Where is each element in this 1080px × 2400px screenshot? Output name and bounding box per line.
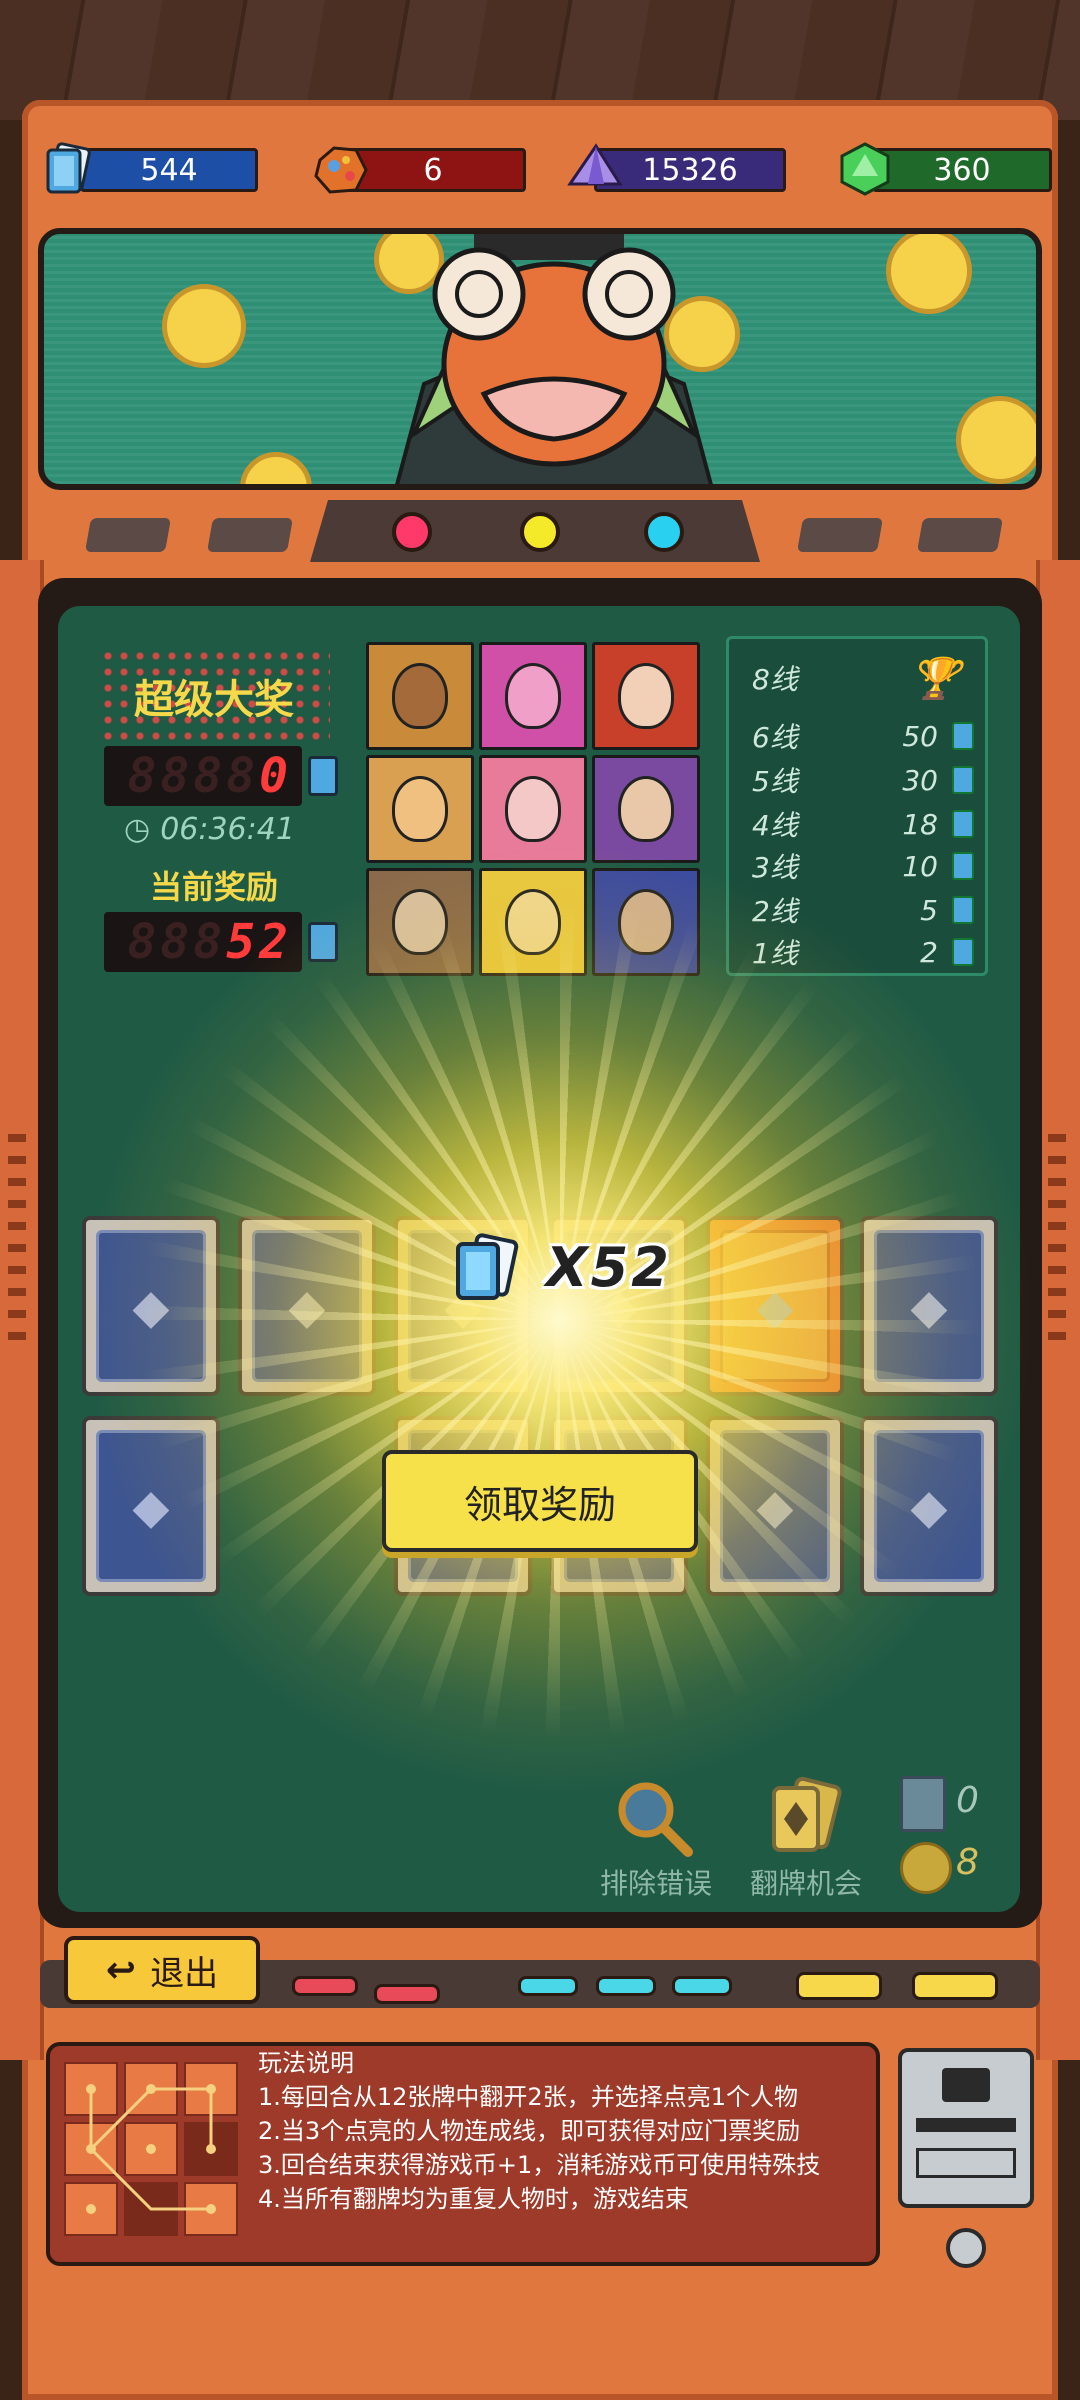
card-counter-icon (900, 1776, 946, 1832)
ticket-icon (308, 756, 338, 796)
timer: ◷ 06:36:41 (124, 812, 295, 847)
card-counter-value: 0 (956, 1780, 979, 1821)
coin-counter-value: 8 (956, 1842, 979, 1883)
gem-value: 360 (933, 152, 991, 188)
ticket-icon (46, 142, 91, 194)
rule-line: 1.每回合从12张牌中翻开2张，并选择点亮1个人物 (258, 2083, 798, 2111)
trophy-icon: 🏆 (910, 655, 960, 702)
timer-value: 06:36:41 (160, 812, 295, 847)
character-portrait[interactable] (592, 642, 700, 750)
reward-rays (80, 840, 1040, 1800)
rules-title: 玩法说明 (258, 2049, 354, 2077)
character-portrait[interactable] (366, 755, 474, 863)
cabinet-side-right (1036, 560, 1080, 2060)
cyan-lamp (644, 512, 684, 552)
exit-button[interactable]: ↩ 退出 (64, 1936, 260, 2004)
line-row: 4线 18 (752, 804, 974, 844)
magnifier-icon[interactable] (612, 1776, 696, 1860)
cyan-pill-button[interactable] (518, 1976, 578, 1996)
red-pill-button[interactable] (374, 1984, 440, 2004)
ore-icon (314, 146, 368, 194)
ticket-icon (456, 1233, 519, 1300)
rule-line: 2.当3个点亮的人物连成线，即可获得对应门票奖励 (258, 2117, 801, 2145)
ticket-icon (952, 722, 974, 750)
flip-cards-icon[interactable] (760, 1776, 848, 1860)
purple-crystal-icon (567, 143, 623, 186)
ticket-icon (952, 896, 974, 924)
clock-icon: ◷ (124, 812, 151, 847)
exit-label: 退出 (150, 1953, 219, 1994)
slot-tab (207, 518, 293, 552)
coin-icon (956, 396, 1036, 484)
flip-chance-label[interactable]: 翻牌机会 (744, 1862, 868, 1902)
tickets-bar[interactable]: 544 (80, 148, 258, 192)
ticket-icon (952, 852, 974, 880)
slot-tab (85, 518, 171, 552)
ticket-icon (952, 938, 974, 966)
red-lamp (392, 512, 432, 552)
character-portrait[interactable] (366, 642, 474, 750)
reward-amount: X52 (546, 1236, 672, 1299)
coin-icon (886, 234, 972, 314)
jackpot-title: 超级大奖 (134, 677, 294, 723)
ticket-dispenser (898, 2048, 1034, 2208)
tickets-value: 544 (140, 152, 198, 188)
rules-line-diagram (86, 2084, 216, 2214)
yellow-lamp (520, 512, 560, 552)
slot-tab (797, 518, 883, 552)
line-row: 5线 30 (752, 760, 974, 800)
ticket-icon (952, 766, 974, 794)
ticket-icon (952, 810, 974, 838)
jackpot-counter: 8888 0 (104, 746, 302, 806)
return-arrow-icon: ↩ (105, 1949, 137, 1991)
yellow-pill-button[interactable] (796, 1972, 882, 2000)
remove-error-label[interactable]: 排除错误 (594, 1862, 718, 1902)
line-row: 8线 🏆 (752, 655, 960, 702)
line-row: 6线 50 (752, 716, 974, 756)
frog-character (395, 234, 713, 484)
slot-tab (917, 518, 1003, 552)
ore-value: 6 (423, 152, 443, 188)
current-reward-label: 当前奖励 (149, 868, 278, 906)
rule-line: 4.当所有翻牌均为重复人物时，游戏结束 (258, 2185, 689, 2213)
jackpot-value: 0 (259, 748, 292, 804)
coin-icon (240, 452, 312, 484)
green-gem-icon (840, 142, 890, 196)
keyhole-icon (946, 2228, 986, 2268)
claim-reward-button[interactable]: 领取奖励 (382, 1450, 698, 1552)
cyan-pill-button[interactable] (596, 1976, 656, 1996)
character-banner (38, 228, 1042, 490)
red-pill-button[interactable] (292, 1976, 358, 1996)
crystal-value: 15326 (642, 152, 738, 188)
coin-counter-icon (900, 1842, 952, 1894)
yellow-pill-button[interactable] (912, 1972, 998, 2000)
rules-text: 玩法说明 1.每回合从12张牌中翻开2张，并选择点亮1个人物 2.当3个点亮的人… (258, 2046, 868, 2216)
cyan-pill-button[interactable] (672, 1976, 732, 1996)
character-portrait[interactable] (479, 642, 587, 750)
line-row: 3线 10 (752, 846, 974, 886)
rule-line: 3.回合结束获得游戏币+1，消耗游戏币可使用特殊技 (258, 2151, 821, 2179)
gem-bar[interactable]: 360 (872, 148, 1052, 192)
coin-icon (162, 284, 246, 368)
